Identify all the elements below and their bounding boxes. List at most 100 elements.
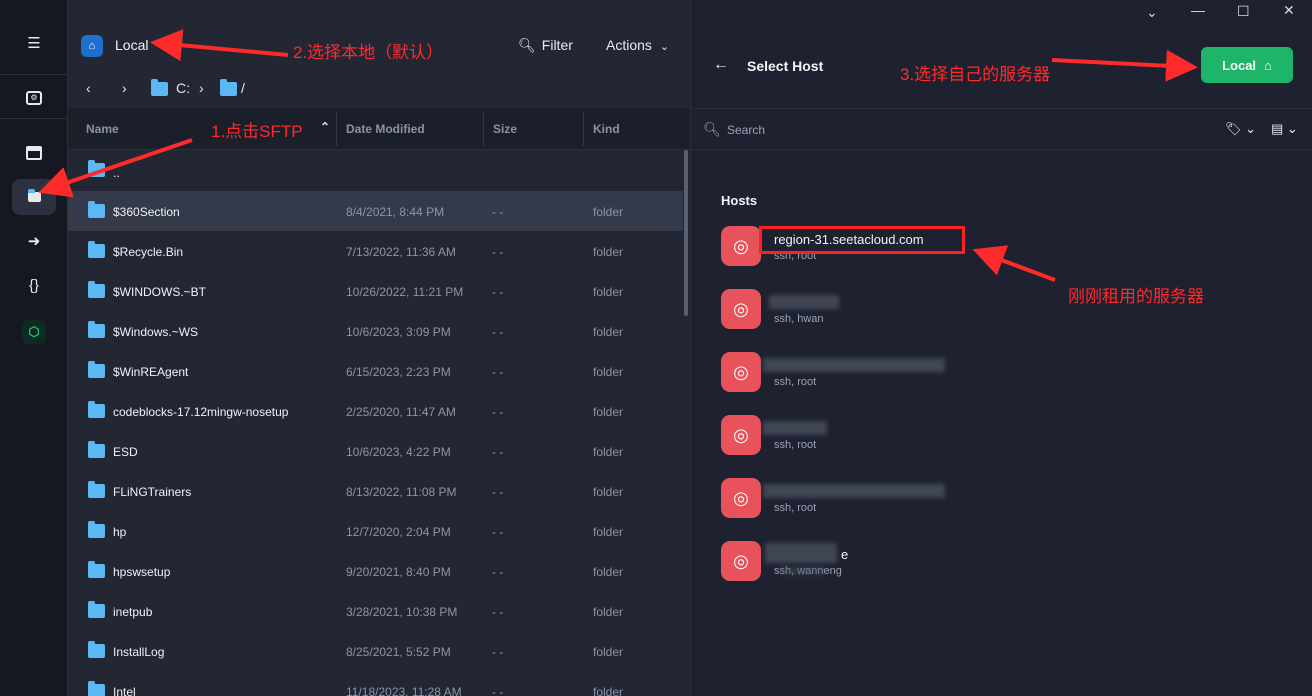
file-kind: folder: [593, 565, 624, 579]
column-size[interactable]: Size: [493, 122, 517, 136]
file-name: ESD: [113, 445, 138, 459]
host-item[interactable]: ◎ ssh, root: [721, 415, 1281, 459]
file-kind: folder: [593, 245, 624, 259]
host-details: ssh, root: [774, 439, 817, 451]
vault-icon[interactable]: ⚙: [12, 80, 56, 116]
folder-icon: [220, 79, 237, 99]
terminal-icon[interactable]: ⬡: [12, 314, 56, 350]
file-size: - -: [492, 205, 504, 219]
actions-label: Actions: [606, 37, 652, 53]
file-size: - -: [492, 525, 504, 539]
ubuntu-icon: ◎: [721, 415, 761, 455]
annotation-step3: 3.选择自己的服务器: [900, 65, 1051, 84]
host-name: e: [841, 547, 849, 562]
file-size: - -: [492, 485, 504, 499]
back-chevron-icon[interactable]: ‹: [86, 80, 91, 96]
breadcrumb-drive[interactable]: C:: [176, 80, 190, 96]
parent-directory-row[interactable]: ..: [68, 150, 683, 190]
sidebar-divider: [0, 74, 68, 75]
file-name: InstallLog: [113, 645, 165, 659]
search-icon: 🔍︎: [518, 37, 536, 53]
ubuntu-icon: ◎: [721, 478, 761, 518]
host-search-bar: 🔍︎ Search 🏷︎ ⌄ ▤ ⌄: [691, 108, 1312, 150]
file-row[interactable]: InstallLog 8/25/2021, 5:52 PM - - folder: [68, 631, 683, 671]
local-pane: ⌂ Local 🔍︎ Filter Actions ⌄ ‹ › C: › / Na…: [68, 0, 690, 696]
port-forwarding-icon[interactable]: ➜: [12, 223, 56, 259]
file-row[interactable]: $Recycle.Bin 7/13/2022, 11:36 AM - - fol…: [68, 231, 683, 271]
local-button[interactable]: Local ⌂: [1201, 47, 1293, 83]
host-details: ssh, root: [774, 376, 817, 388]
file-row[interactable]: $Windows.~WS 10/6/2023, 3:09 PM - - fold…: [68, 311, 683, 351]
folder-icon: [88, 601, 105, 623]
filter-label: Filter: [541, 37, 573, 53]
column-name[interactable]: Name: [86, 122, 119, 136]
location-label[interactable]: Local: [115, 37, 148, 53]
search-input[interactable]: Search: [727, 123, 765, 137]
breadcrumb-root[interactable]: /: [241, 80, 245, 96]
file-row[interactable]: inetpub 3/28/2021, 10:38 PM - - folder: [68, 591, 683, 631]
file-name: hpswsetup: [113, 565, 171, 579]
back-arrow-icon[interactable]: ←: [713, 56, 729, 74]
file-row[interactable]: codeblocks-17.12mingw-nosetup 2/25/2020,…: [68, 391, 683, 431]
file-list: .. $360Section 8/4/2021, 8:44 PM - - fol…: [68, 150, 690, 696]
column-kind[interactable]: Kind: [593, 122, 620, 136]
file-name: codeblocks-17.12mingw-nosetup: [113, 405, 289, 419]
file-row[interactable]: FLiNGTrainers 8/13/2022, 11:08 PM - - fo…: [68, 471, 683, 511]
folder-icon: [151, 79, 168, 99]
sort-up-icon[interactable]: ⌃: [320, 120, 330, 134]
file-date: 8/4/2021, 8:44 PM: [346, 205, 445, 219]
host-item[interactable]: ◎ ssh, root: [721, 478, 1281, 522]
folder-icon: [88, 201, 105, 223]
file-row[interactable]: ESD 10/6/2023, 4:22 PM - - folder: [68, 431, 683, 471]
actions-button[interactable]: Actions ⌄: [606, 37, 669, 53]
file-size: - -: [492, 565, 504, 579]
file-row[interactable]: Intel 11/18/2023, 11:28 AM - - folder: [68, 671, 683, 696]
file-size: - -: [492, 365, 504, 379]
file-kind: folder: [593, 685, 624, 696]
page-title: Select Host: [747, 58, 824, 74]
column-divider: [336, 112, 337, 146]
file-size: - -: [492, 685, 504, 696]
file-row[interactable]: hp 12/7/2020, 2:04 PM - - folder: [68, 511, 683, 551]
file-row[interactable]: $WINDOWS.~BT 10/26/2022, 11:21 PM - - fo…: [68, 271, 683, 311]
file-size: - -: [492, 445, 504, 459]
host-item[interactable]: ◎ ssh, root: [721, 352, 1281, 396]
file-row[interactable]: $WinREAgent 6/15/2023, 2:23 PM - - folde…: [68, 351, 683, 391]
highlight-box: [759, 226, 965, 254]
filter-button[interactable]: 🔍︎ Filter: [518, 37, 573, 54]
close-icon[interactable]: ✕: [1283, 2, 1295, 19]
redacted-host-name: [763, 484, 945, 498]
file-size: - -: [492, 245, 504, 259]
scrollbar[interactable]: [684, 150, 688, 316]
home-icon[interactable]: ⌂: [81, 35, 103, 57]
menu-icon[interactable]: ☰: [12, 25, 56, 61]
folder-icon: [88, 441, 105, 463]
minimize-icon[interactable]: —: [1191, 2, 1205, 18]
file-row[interactable]: $360Section 8/4/2021, 8:44 PM - - folder: [68, 191, 683, 231]
host-details: ssh, hwan: [774, 313, 824, 325]
folder-icon: [88, 361, 105, 383]
sftp-icon[interactable]: [12, 179, 56, 215]
file-row[interactable]: hpswsetup 9/20/2021, 8:40 PM - - folder: [68, 551, 683, 591]
file-size: - -: [492, 645, 504, 659]
column-date[interactable]: Date Modified: [346, 122, 425, 136]
file-kind: folder: [593, 645, 624, 659]
chevron-down-icon[interactable]: ⌄: [1146, 4, 1158, 21]
view-mode-icon[interactable]: ▤ ⌄: [1271, 121, 1298, 137]
tag-filter-icon[interactable]: 🏷︎ ⌄: [1225, 121, 1256, 137]
file-kind: folder: [593, 445, 624, 459]
forward-chevron-icon[interactable]: ›: [122, 80, 127, 96]
hosts-heading: Hosts: [721, 193, 758, 208]
redacted-host-name: [769, 295, 839, 309]
file-kind: folder: [593, 525, 624, 539]
hosts-icon[interactable]: [12, 135, 56, 171]
folder-icon: [88, 561, 105, 583]
file-date: 6/15/2023, 2:23 PM: [346, 365, 451, 379]
snippets-icon[interactable]: {}: [12, 267, 56, 303]
maximize-icon[interactable]: ☐: [1237, 3, 1250, 20]
file-date: 3/28/2021, 10:38 PM: [346, 605, 458, 619]
host-item[interactable]: ◎ e ssh, wanneng: [721, 541, 1281, 585]
file-date: 8/25/2021, 5:52 PM: [346, 645, 451, 659]
file-kind: folder: [593, 605, 624, 619]
folder-icon: [88, 481, 105, 503]
